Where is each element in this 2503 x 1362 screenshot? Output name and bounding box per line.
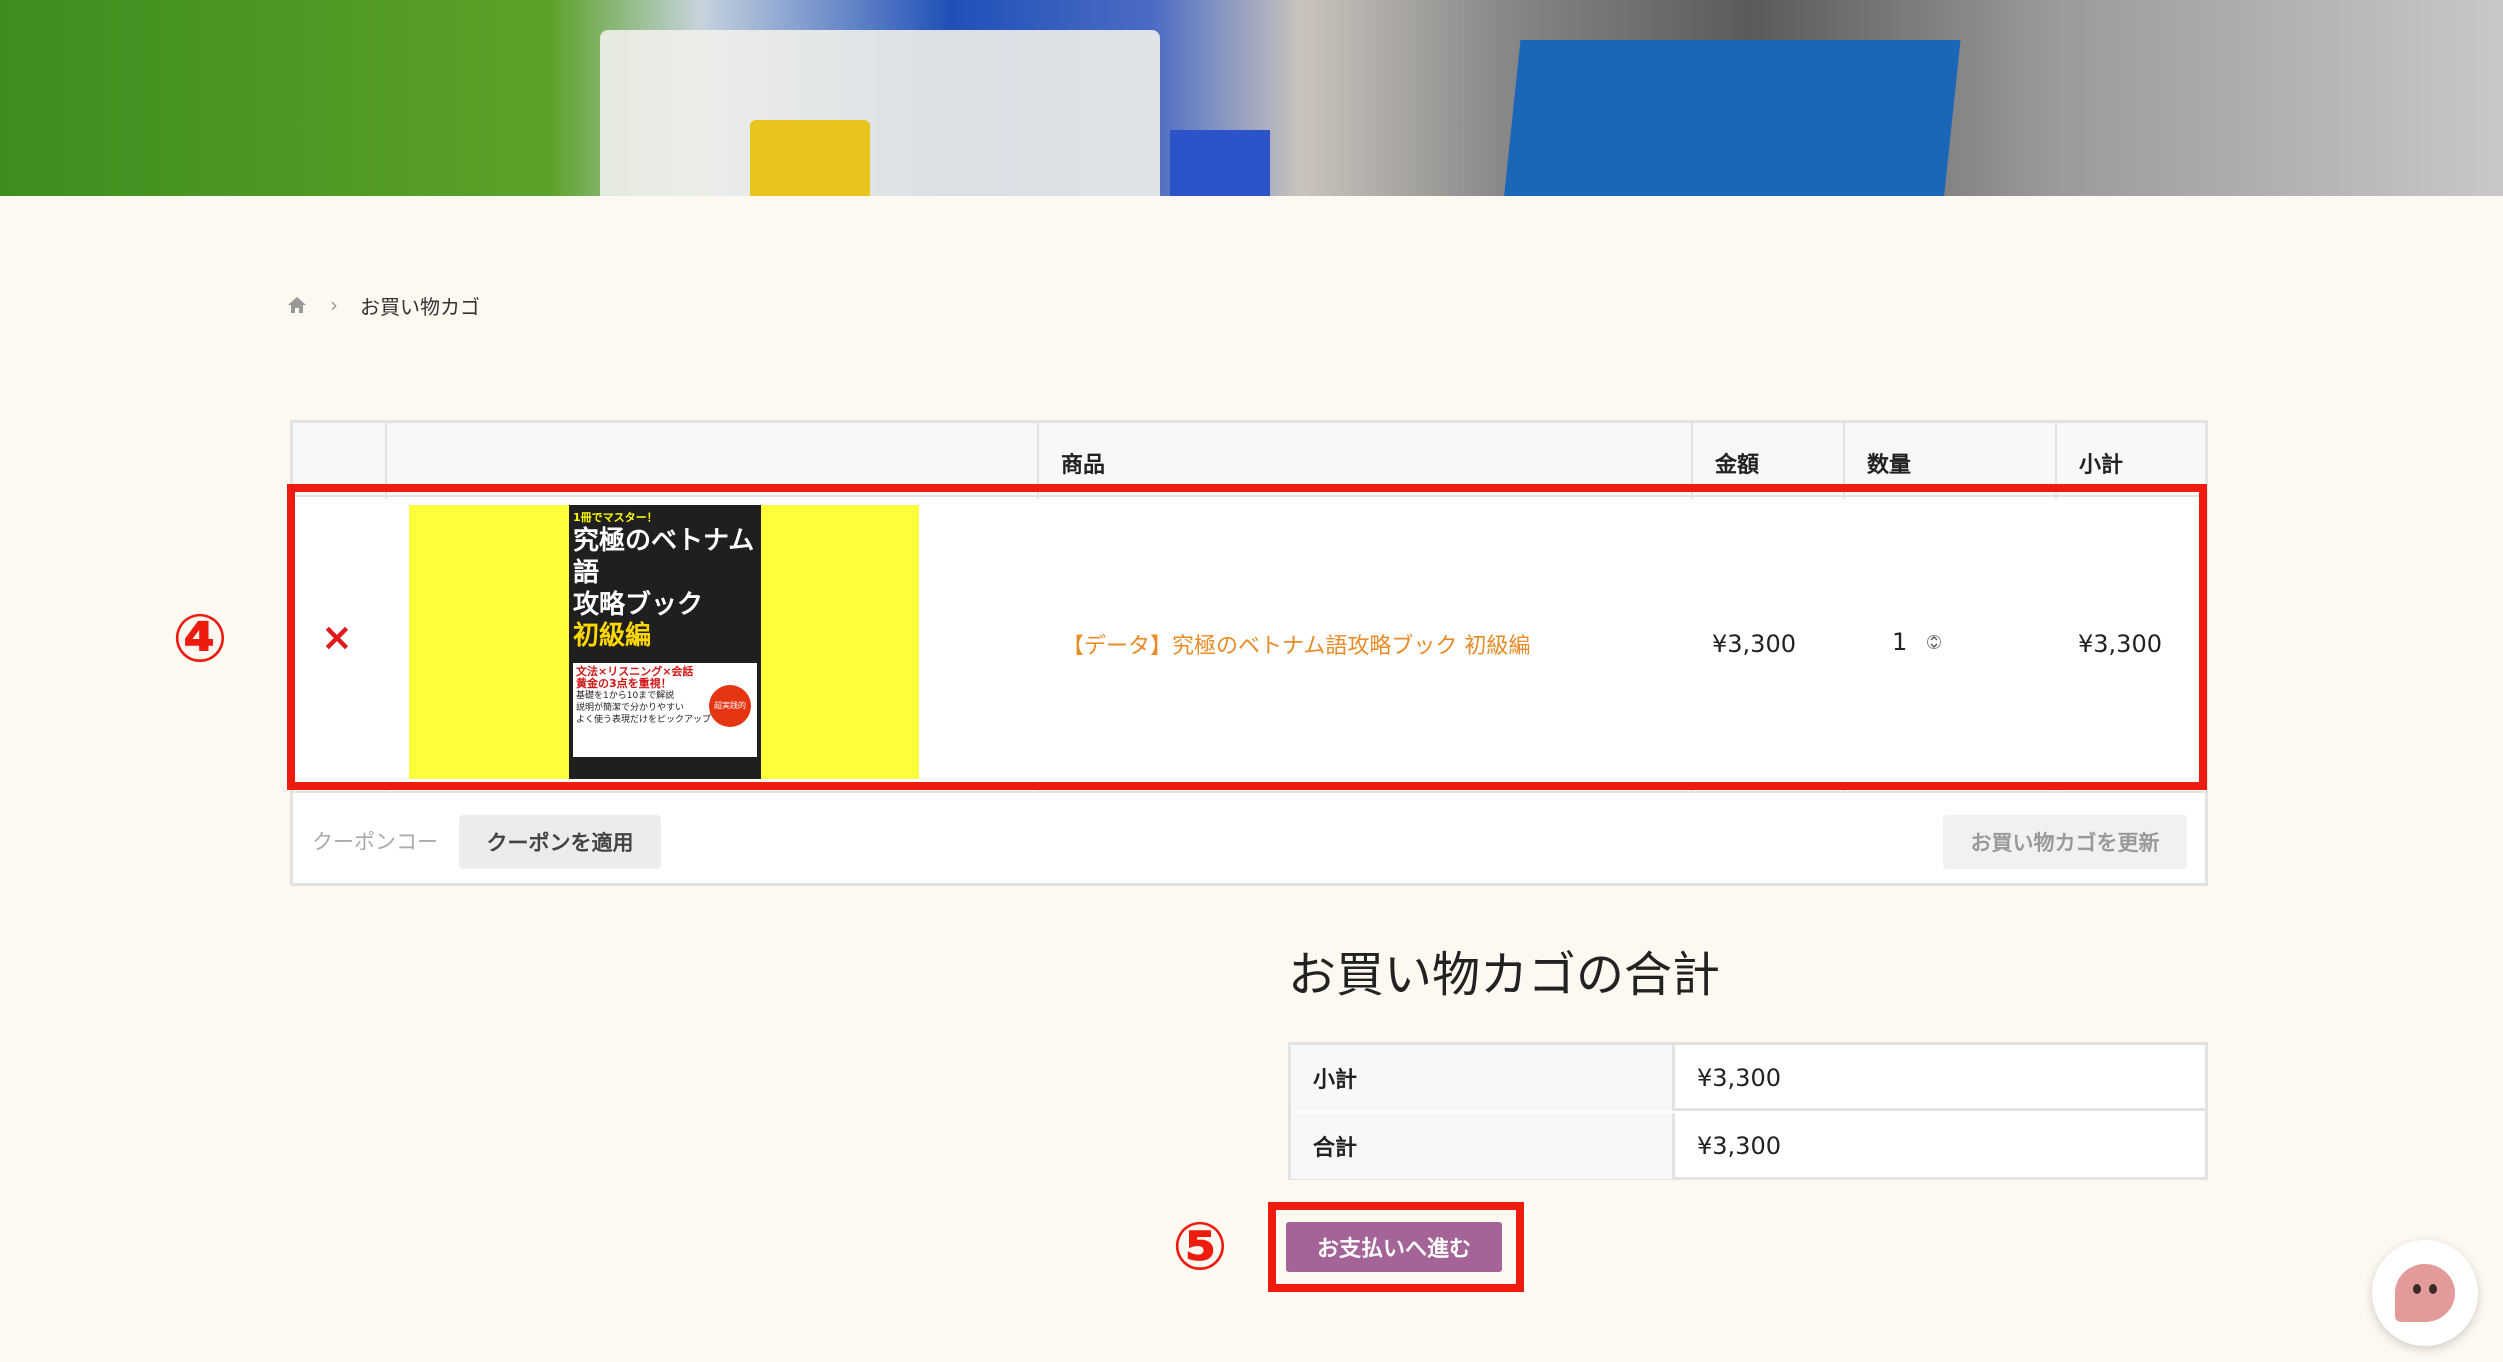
book-cover-badge: 超実践的 [709,685,751,727]
quantity-stepper[interactable]: 1 [1872,622,1952,662]
book-cover-subtitle: 初級編 [573,621,652,651]
credit-card-image-2 [1170,130,1270,196]
card-chip-image [750,120,870,196]
chat-widget-button[interactable] [2372,1240,2478,1346]
item-price: ¥3,300 [1712,630,1796,658]
quantity-value: 1 [1892,628,1908,656]
header-price: 金額 [1715,453,1760,478]
credit-card-image [600,30,1160,196]
annotation-marker-5: ⑤ [1172,1208,1228,1285]
cart-totals-table: 小計 ¥3,300 合計 ¥3,300 [1288,1042,2208,1180]
book-cover-title-2: 攻略ブック [573,590,704,620]
hero-banner [0,0,2503,196]
header-quantity: 数量 [1867,453,1912,478]
book-cover-title-1: 究極のベトナム語 [573,526,755,588]
annotation-marker-4: ④ [172,600,228,677]
header-product: 商品 [1061,453,1106,478]
stepper-arrows-icon[interactable] [1927,631,1942,654]
total-label: 合計 [1291,1113,1675,1179]
product-name-link[interactable]: 【データ】究極のベトナム語攻略ブック 初級編 [1062,628,1530,660]
home-icon[interactable] [286,294,308,316]
apply-coupon-button[interactable]: クーポンを適用 [459,815,661,869]
amex-card-image [1499,40,1961,196]
total-value: ¥3,300 [1697,1132,1781,1160]
header-subtotal: 小計 [2079,453,2124,478]
remove-item-button[interactable]: × [321,615,353,659]
book-cover-image: 1冊でマスター！ 究極のベトナム語 攻略ブック 初級編 文法×リスニング×会話 … [569,505,761,779]
cart-totals-title: お買い物カゴの合計 [1288,947,1721,1003]
breadcrumb: › お買い物カゴ [286,290,480,320]
cart-table-header [293,423,2205,497]
update-cart-button[interactable]: お買い物カゴを更新 [1943,815,2187,869]
breadcrumb-current: お買い物カゴ [360,294,480,319]
subtotal-value: ¥3,300 [1697,1064,1781,1092]
chat-face-icon [2395,1264,2455,1322]
product-thumbnail[interactable]: 1冊でマスター！ 究極のベトナム語 攻略ブック 初級編 文法×リスニング×会話 … [409,505,919,779]
subtotal-label: 小計 [1291,1045,1675,1111]
proceed-to-checkout-button[interactable]: お支払いへ進む [1286,1222,1502,1272]
item-subtotal: ¥3,300 [2078,630,2162,658]
totals-row-subtotal: 小計 ¥3,300 [1291,1045,2205,1111]
breadcrumb-separator: › [330,293,338,317]
coupon-code-input[interactable]: クーポンコー [312,826,438,856]
totals-row-total: 合計 ¥3,300 [1291,1113,2205,1179]
book-cover-tag: 1冊でマスター！ [573,511,658,524]
